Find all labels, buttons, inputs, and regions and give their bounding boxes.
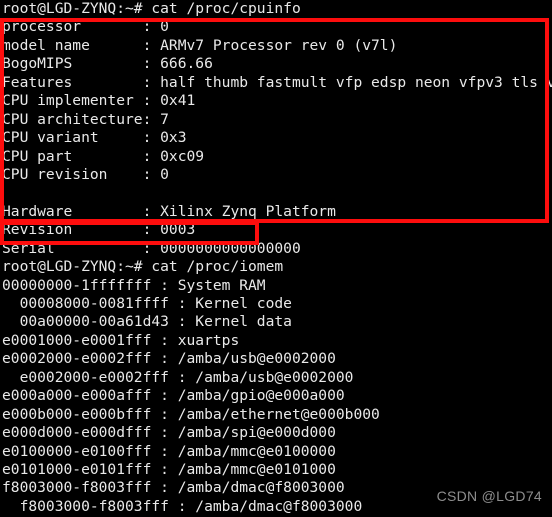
terminal-line: CPU variant : 0x3 bbox=[2, 129, 187, 147]
terminal-line: e0101000-e0101fff : /amba/mmc@e0101000 bbox=[2, 460, 336, 478]
terminal-line: model name : ARMv7 Processor rev 0 (v7l) bbox=[2, 36, 398, 54]
terminal-line: processor : 0 bbox=[2, 18, 169, 36]
terminal-line: Hardware : Xilinx Zynq Platform bbox=[2, 202, 336, 220]
terminal-screen: root@LGD-ZYNQ:~# cat /proc/cpuinfo proces… bbox=[0, 0, 552, 517]
terminal-line: e000b000-e000bfff : /amba/ethernet@e000b… bbox=[2, 405, 380, 423]
terminal-line: CPU architecture: 7 bbox=[2, 110, 169, 128]
terminal-line: e0100000-e0100fff : /amba/mmc@e0100000 bbox=[2, 442, 336, 460]
terminal-line: Features : half thumb fastmult vfp edsp … bbox=[2, 73, 552, 91]
terminal-line: e000d000-e000dfff : /amba/spi@e000d000 bbox=[2, 424, 336, 442]
terminal-line: CPU part : 0xc09 bbox=[2, 147, 205, 165]
terminal-line: e0002000-e0002fff : /amba/usb@e0002000 bbox=[2, 350, 336, 368]
csdn-watermark: CSDN @LGD74 bbox=[436, 487, 542, 504]
terminal-line: 00a00000-00a61d43 : Kernel data bbox=[2, 313, 292, 331]
terminal-line: CPU implementer : 0x41 bbox=[2, 92, 196, 110]
terminal-line: root@LGD-ZYNQ:~# cat /proc/cpuinfo bbox=[2, 0, 301, 17]
terminal-line: Serial : 0000000000000000 bbox=[2, 239, 301, 257]
terminal-line: e000a000-e000afff : /amba/gpio@e000a000 bbox=[2, 387, 345, 405]
terminal-line: root@LGD-ZYNQ:~# cat /proc/iomem bbox=[2, 258, 284, 276]
terminal-line: 00000000-1fffffff : System RAM bbox=[2, 276, 266, 294]
terminal-line: Revision : 0003 bbox=[2, 221, 196, 239]
terminal-output[interactable]: root@LGD-ZYNQ:~# cat /proc/cpuinfo proces… bbox=[0, 0, 552, 517]
terminal-line: e0002000-e0002fff : /amba/usb@e0002000 bbox=[2, 368, 354, 386]
terminal-line: BogoMIPS : 666.66 bbox=[2, 55, 213, 73]
terminal-line: CPU revision : 0 bbox=[2, 165, 169, 183]
terminal-line: 00008000-0081ffff : Kernel code bbox=[2, 295, 292, 312]
terminal-line: e0001000-e0001fff : xuartps bbox=[2, 331, 240, 349]
